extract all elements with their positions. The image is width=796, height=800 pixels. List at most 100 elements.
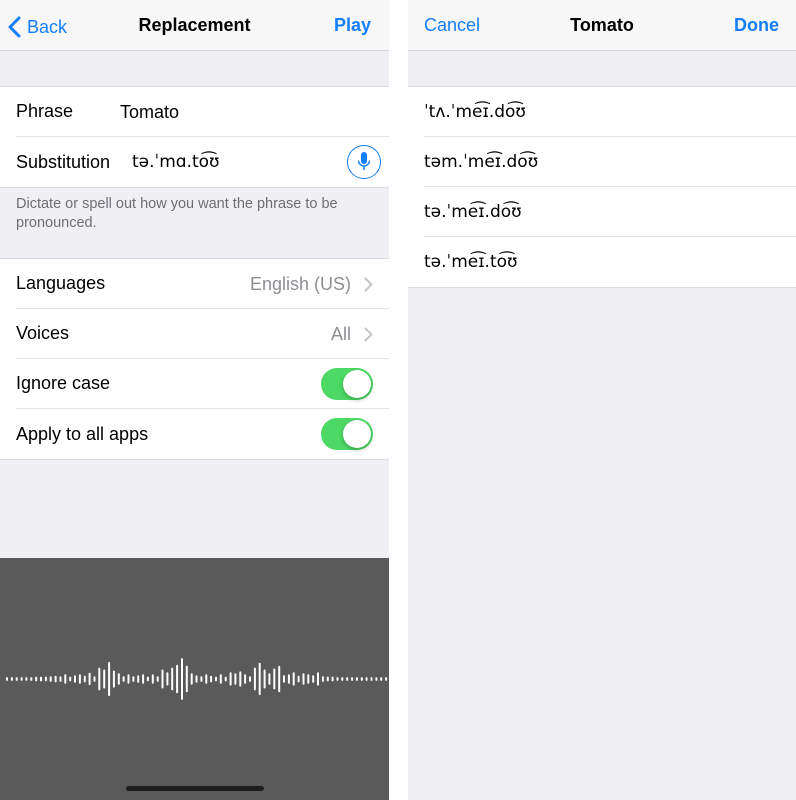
waveform-bar (44, 676, 47, 682)
waveform-bar (365, 677, 368, 681)
waveform-bar (127, 674, 130, 684)
pronunciation-list: ˈtʌ.ˈme͡ɪ.do͡ʊ təm.ˈme͡ɪ.do͡ʊ tə.ˈme͡ɪ.d… (408, 86, 796, 288)
pronunciation-text: ˈtʌ.ˈme͡ɪ.do͡ʊ (424, 101, 526, 122)
waveform-bar (239, 671, 242, 687)
waveform-bar (54, 675, 57, 683)
languages-value: English (US) (249, 274, 351, 294)
waveform-bar (385, 677, 388, 681)
done-button[interactable]: Done (734, 15, 779, 36)
dictation-waveform (6, 658, 388, 700)
settings-group: Languages English (US) Voices All Ignore… (0, 258, 389, 460)
waveform-bar (283, 675, 285, 683)
languages-row[interactable]: Languages English (US) (16, 259, 389, 309)
substitution-label: Substitution (16, 151, 111, 172)
pronunciation-hint: Dictate or spell out how you want the ph… (16, 196, 338, 231)
waveform-bar (25, 677, 28, 681)
waveform-bar (185, 665, 188, 693)
pronunciation-option-2[interactable]: təm.ˈme͡ɪ.do͡ʊ (424, 137, 796, 187)
replacement-screen: Back Replacement Play Phrase Tomato Subs… (0, 0, 389, 800)
pronunciation-option-1[interactable]: ˈtʌ.ˈme͡ɪ.do͡ʊ (424, 87, 796, 137)
waveform-bar (195, 675, 198, 683)
chevron-right-icon (364, 277, 373, 292)
waveform-bar (40, 676, 42, 682)
waveform-bar (35, 676, 38, 682)
waveform-bar (78, 674, 81, 684)
waveform-bar (6, 677, 8, 681)
waveform-bar (83, 675, 86, 683)
waveform-bar (98, 667, 101, 691)
waveform-bar (312, 675, 315, 683)
waveform-bar (142, 674, 145, 684)
waveform-bar (176, 664, 179, 694)
ignore-case-label: Ignore case (16, 373, 111, 393)
waveform-bar (137, 675, 140, 683)
apply-all-apps-toggle[interactable] (321, 418, 373, 450)
waveform-bar (15, 677, 18, 681)
waveform-bar (151, 674, 154, 684)
pronunciation-option-4[interactable]: tə.ˈme͡ɪ.to͡ʊ (424, 237, 796, 287)
pronunciation-text: tə.ˈme͡ɪ.do͡ʊ (424, 201, 522, 222)
waveform-bar (20, 677, 23, 681)
chevron-right-icon (364, 327, 373, 342)
waveform-bar (375, 677, 378, 681)
toggle-knob (343, 420, 371, 448)
waveform-bar (146, 676, 149, 682)
waveform-bar (336, 677, 339, 681)
pronunciation-picker-screen: Cancel Tomato Done ˈtʌ.ˈme͡ɪ.do͡ʊ təm.ˈm… (408, 0, 796, 800)
waveform-bar (302, 673, 305, 685)
languages-label: Languages (16, 273, 106, 293)
waveform-bar (307, 674, 310, 684)
waveform-bar (331, 676, 334, 682)
waveform-bar (253, 667, 256, 691)
waveform-bar (263, 669, 266, 689)
waveform-bar (200, 676, 203, 682)
waveform-bar (360, 677, 363, 681)
voices-row[interactable]: Voices All (16, 309, 389, 359)
waveform-bar (215, 676, 217, 682)
waveform-bar (205, 674, 208, 684)
waveform-bar (88, 672, 91, 686)
waveform-bar (181, 658, 183, 700)
dictation-panel (0, 558, 389, 800)
pronunciation-option-3[interactable]: tə.ˈme͡ɪ.do͡ʊ (424, 187, 796, 237)
waveform-bar (156, 676, 159, 682)
waveform-bar (355, 677, 358, 681)
voices-value: All (330, 324, 351, 344)
waveform-bar (64, 674, 67, 684)
waveform-bar (117, 673, 120, 685)
substitution-row[interactable]: Substitution tə.ˈmɑ.to͡ʊ (16, 137, 389, 187)
waveform-bar (10, 677, 13, 681)
microphone-icon (357, 152, 371, 170)
waveform-bar (74, 675, 76, 683)
waveform-bar (210, 675, 213, 683)
play-button[interactable]: Play (334, 15, 371, 36)
waveform-bar (249, 676, 251, 682)
page-title: Replacement (138, 15, 251, 35)
waveform-bar (346, 677, 349, 681)
phrase-row[interactable]: Phrase Tomato (16, 87, 389, 137)
waveform-bar (321, 676, 324, 682)
waveform-bar (351, 677, 354, 681)
ignore-case-toggle[interactable] (321, 368, 373, 400)
waveform-bar (341, 677, 344, 681)
pronunciation-text: təm.ˈme͡ɪ.do͡ʊ (424, 151, 539, 172)
waveform-bar (166, 672, 169, 686)
waveform-bar (268, 673, 271, 685)
dictate-button[interactable] (347, 145, 381, 179)
navigation-bar: Cancel Tomato Done (408, 0, 796, 51)
waveform-bar (380, 677, 383, 681)
toggle-knob (343, 370, 371, 398)
waveform-bar (317, 672, 319, 686)
waveform-bar (278, 665, 281, 693)
waveform-bar (93, 676, 96, 682)
home-indicator[interactable] (126, 786, 264, 791)
waveform-bar (224, 676, 227, 682)
substitution-field[interactable]: tə.ˈmɑ.to͡ʊ (132, 152, 220, 172)
phrase-group: Phrase Tomato Substitution tə.ˈmɑ.to͡ʊ (0, 86, 389, 188)
waveform-bar (171, 667, 174, 691)
phrase-label: Phrase (16, 101, 74, 121)
waveform-bar (108, 661, 111, 697)
phrase-field[interactable]: Tomato (120, 102, 179, 123)
pronunciation-text: tə.ˈme͡ɪ.to͡ʊ (424, 252, 518, 272)
waveform-bar (132, 676, 135, 682)
